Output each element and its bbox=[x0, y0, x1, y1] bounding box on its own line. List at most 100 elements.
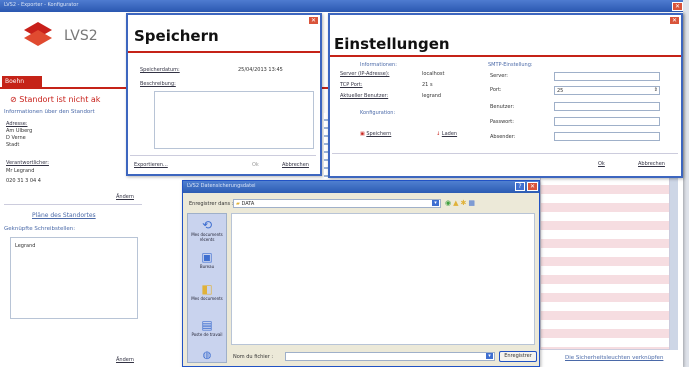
places-bar: ⟲ Mes documents récents ▣ Bureau ◧ Mes d… bbox=[187, 213, 227, 363]
schedule-value: Legrand bbox=[15, 243, 36, 249]
einstellungen-close-icon[interactable]: ✕ bbox=[669, 16, 680, 25]
place-my-computer[interactable]: ▤ Poste de travail bbox=[188, 318, 226, 337]
smtp-from-input[interactable] bbox=[554, 132, 660, 141]
save-dialog-close-icon[interactable]: ✕ bbox=[527, 182, 538, 191]
ok-button[interactable]: Ok bbox=[252, 162, 259, 168]
up-folder-icon[interactable]: ▲ bbox=[453, 199, 460, 207]
smtp-user-label: Benutzer: bbox=[490, 104, 515, 110]
save-in-select[interactable]: ▰ DATA ▾ bbox=[233, 199, 441, 208]
plan-link[interactable]: Pläne des Standortes bbox=[32, 212, 96, 219]
place-desktop[interactable]: ▣ Bureau bbox=[188, 250, 226, 269]
phone-number: 020 31 3 04 4 bbox=[6, 178, 41, 184]
folder-icon: ▰ bbox=[236, 201, 240, 207]
config-group-label: Konfiguration: bbox=[360, 110, 396, 116]
speichern-title: Speichern bbox=[134, 27, 219, 45]
toolbar-icons: ◉▲✱▦ bbox=[445, 199, 477, 207]
stepper-icon[interactable]: ⇕ bbox=[654, 87, 658, 93]
address-line: Stadt bbox=[6, 142, 20, 148]
load-config-button[interactable]: ↓ Laden bbox=[436, 131, 457, 137]
einstellungen-divider bbox=[332, 153, 678, 154]
filename-label: Nom du fichier : bbox=[233, 354, 274, 360]
place-recent[interactable]: ⟲ Mes documents récents bbox=[188, 218, 226, 242]
back-icon[interactable]: ◉ bbox=[445, 199, 453, 207]
save-dialog-titlebar: LVS2 Datensicherungsdatei bbox=[183, 181, 539, 193]
place-label: Poste de travail bbox=[191, 332, 223, 337]
schedule-label: Geknüpfte Schreibstellen: bbox=[4, 226, 76, 232]
export-link[interactable]: Exportieren... bbox=[134, 162, 168, 168]
cancel-button[interactable]: Abbrechen bbox=[638, 161, 665, 167]
smtp-pass-label: Passwort: bbox=[490, 119, 514, 125]
responsible-label: Verantwortlicher: bbox=[6, 160, 49, 166]
smtp-port-stepper[interactable]: 25 ⇕ bbox=[554, 86, 660, 95]
address-line: Am Ulberg bbox=[6, 128, 33, 134]
logo-text: LVS2 bbox=[64, 28, 98, 44]
server-label: Server (IP-Adresse): bbox=[340, 71, 390, 77]
recent-docs-icon: ⟲ bbox=[201, 218, 213, 232]
results-list[interactable] bbox=[540, 175, 670, 350]
date-label: Speicherdatum: bbox=[140, 67, 180, 73]
smtp-server-input[interactable] bbox=[554, 72, 660, 81]
smtp-server-label: Server: bbox=[490, 73, 508, 79]
einstellungen-dialog: Einstellungen ✕ Informationen: Server (I… bbox=[328, 13, 683, 178]
floppy-icon: ▣ bbox=[360, 131, 365, 137]
views-icon[interactable]: ▦ bbox=[468, 199, 477, 207]
speichern-dialog: Speichern ✕ Speicherdatum: 25/04/2013 13… bbox=[126, 13, 322, 176]
save-dialog-title: LVS2 Datensicherungsdatei bbox=[187, 183, 256, 189]
server-value: localhost bbox=[422, 71, 445, 77]
speichern-redline bbox=[128, 51, 320, 53]
arrow-down-icon: ↓ bbox=[436, 131, 441, 137]
port-label: TCP Port: bbox=[340, 82, 363, 88]
save-in-label: Enregistrer dans : bbox=[189, 201, 234, 207]
description-textarea[interactable] bbox=[154, 91, 314, 149]
desktop-icon: ▣ bbox=[201, 250, 213, 264]
speichern-close-icon[interactable]: ✕ bbox=[308, 16, 319, 25]
speichern-divider bbox=[130, 155, 316, 156]
ok-button[interactable]: Ok bbox=[598, 161, 605, 167]
smtp-user-input[interactable] bbox=[554, 102, 660, 111]
change-link[interactable]: Ändern bbox=[116, 357, 134, 363]
smtp-group-label: SMTP-Einstellung: bbox=[488, 62, 533, 68]
chevron-down-icon[interactable]: ▾ bbox=[432, 200, 439, 206]
save-in-value: DATA bbox=[241, 201, 255, 207]
save-config-button[interactable]: ▣ Speichern bbox=[360, 131, 391, 137]
main-title: LVS2 - Exporter - Konfigurator bbox=[4, 2, 79, 8]
filename-input[interactable]: ▾ bbox=[285, 352, 495, 361]
place-label: Mes documents récents bbox=[191, 232, 223, 242]
smtp-from-label: Absender: bbox=[490, 134, 516, 140]
main-titlebar: LVS2 - Exporter - Konfigurator bbox=[0, 0, 683, 12]
help-icon[interactable]: ? bbox=[515, 182, 525, 191]
cancel-button[interactable]: Abbrechen bbox=[282, 162, 309, 168]
load-config-label: Laden bbox=[441, 131, 458, 137]
computer-icon: ▤ bbox=[201, 318, 213, 332]
chevron-down-icon[interactable]: ▾ bbox=[486, 353, 493, 359]
network-icon[interactable]: ◍ bbox=[188, 350, 226, 361]
save-file-dialog: LVS2 Datensicherungsdatei ? ✕ Enregistre… bbox=[182, 180, 540, 367]
smtp-pass-input[interactable] bbox=[554, 117, 660, 126]
info-group-label: Informationen: bbox=[360, 62, 397, 68]
save-button[interactable]: Enregistrer bbox=[499, 351, 537, 362]
logo bbox=[18, 20, 58, 48]
main-close-icon[interactable]: ✕ bbox=[672, 2, 683, 11]
status-row: ⊘ Standort ist nicht ak bbox=[10, 95, 100, 104]
einstellungen-redline bbox=[330, 55, 681, 57]
schedule-list[interactable]: Legrand bbox=[10, 237, 138, 319]
port-value: 21 s bbox=[422, 82, 433, 88]
change-link[interactable]: Ändern bbox=[116, 194, 134, 200]
info-heading: Informationen über den Standort bbox=[4, 109, 95, 115]
place-my-documents[interactable]: ◧ Mes documents bbox=[188, 282, 226, 301]
place-label: Bureau bbox=[199, 264, 215, 269]
address-label: Adresse: bbox=[6, 121, 28, 127]
einstellungen-title: Einstellungen bbox=[334, 35, 450, 53]
place-label: Mes documents bbox=[191, 296, 223, 301]
status-heading: Standort ist nicht ak bbox=[19, 95, 101, 104]
lvs-logo-icon bbox=[24, 22, 52, 46]
user-value: legrand bbox=[422, 93, 442, 99]
results-scrollbar[interactable] bbox=[670, 175, 678, 350]
desc-label: Beschreibung: bbox=[140, 81, 176, 87]
file-list[interactable] bbox=[231, 213, 535, 345]
footer-link[interactable]: Die Sicherheitsleuchten verknüpfen bbox=[565, 355, 663, 361]
warning-icon: ⊘ bbox=[10, 95, 17, 104]
divider bbox=[4, 204, 142, 205]
smtp-port-value: 25 bbox=[557, 88, 564, 94]
my-documents-icon: ◧ bbox=[201, 282, 213, 296]
